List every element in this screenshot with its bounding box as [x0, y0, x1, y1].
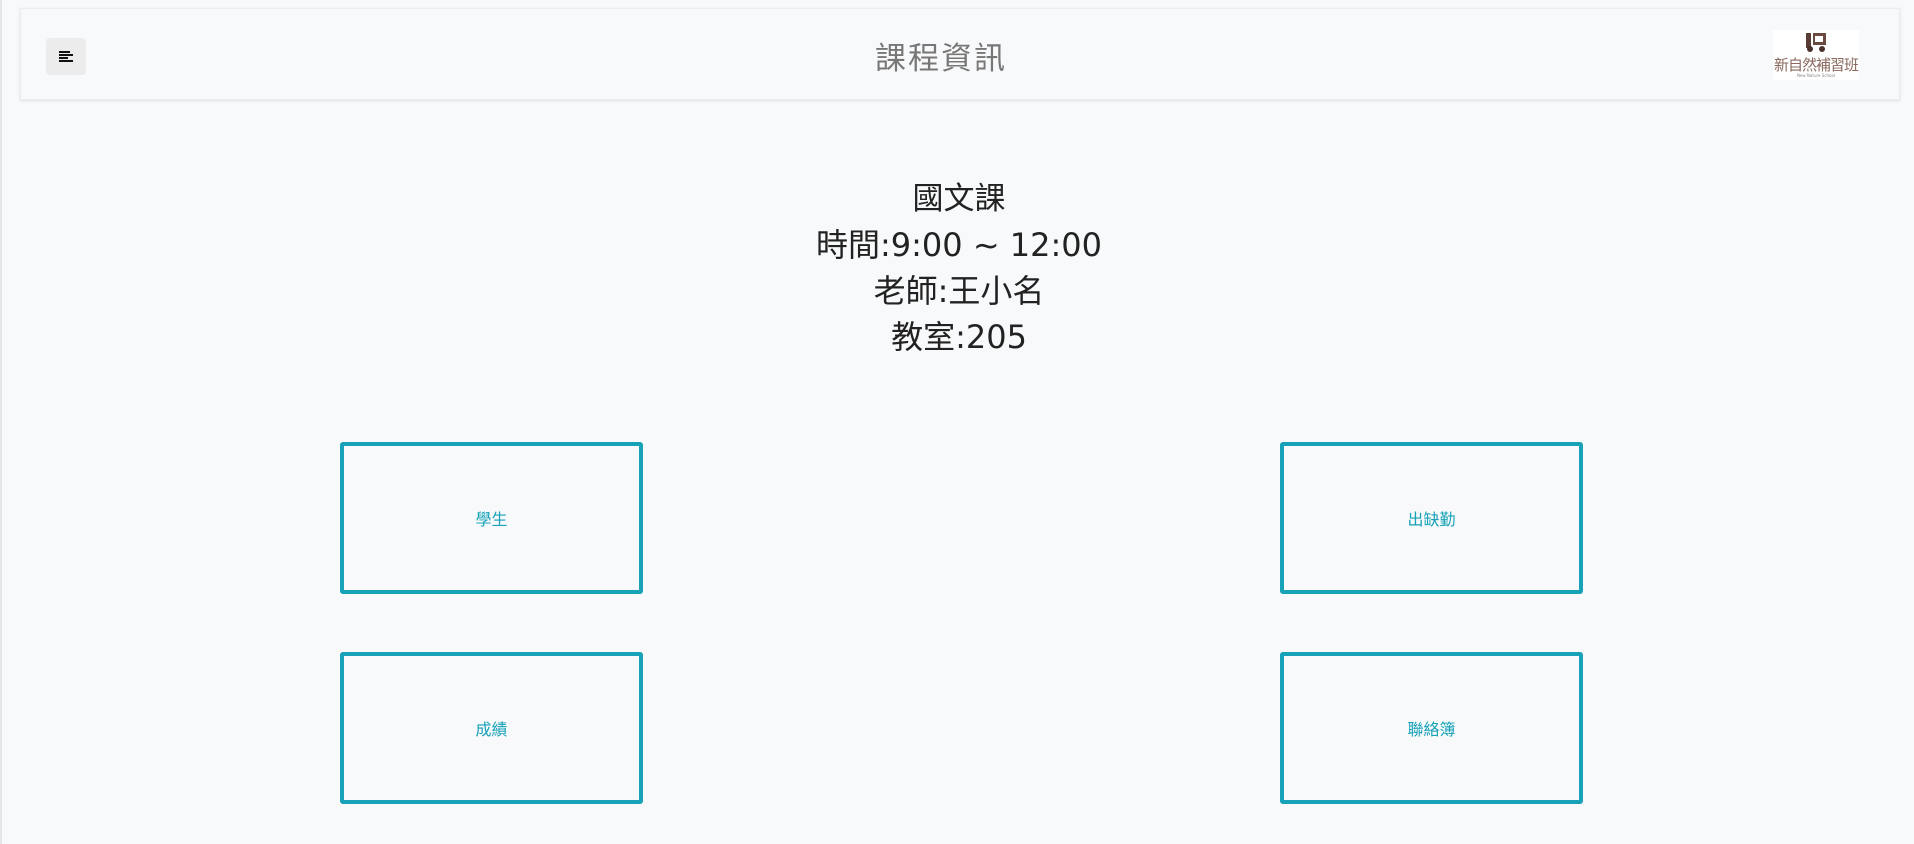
course-info: 國文課 時間:9:00 ~ 12:00 老師:王小名 教室:205: [2, 176, 1914, 360]
course-time-value: 9:00 ~ 12:00: [890, 226, 1103, 264]
course-classroom-value: 205: [965, 318, 1027, 356]
attendance-button[interactable]: 出缺勤: [1280, 442, 1583, 594]
grades-button[interactable]: 成績: [340, 652, 643, 804]
course-classroom-label: 教室:: [891, 318, 966, 356]
contact-book-button[interactable]: 聯絡簿: [1280, 652, 1583, 804]
logo-text: 新自然補習班: [1773, 56, 1859, 74]
course-subject: 國文課: [912, 181, 1006, 217]
course-teacher-label: 老師:: [873, 272, 949, 310]
grades-button-label: 成績: [475, 720, 508, 739]
course-time-label: 時間:: [815, 226, 891, 264]
contact-book-button-label: 聯絡簿: [1407, 720, 1456, 739]
navbar: 課程資訊 新自然補習班 New Nature School: [20, 8, 1900, 100]
course-classroom: 教室:205: [2, 314, 1914, 360]
logo[interactable]: 新自然補習班 New Nature School: [1773, 30, 1859, 80]
attendance-button-label: 出缺勤: [1407, 510, 1456, 529]
course-time: 時間:9:00 ~ 12:00: [2, 222, 1914, 268]
course-teacher: 老師:王小名: [2, 268, 1914, 314]
course-teacher-value: 王小名: [948, 272, 1045, 310]
students-button-label: 學生: [475, 510, 508, 529]
page-title: 課程資訊: [875, 41, 1007, 77]
students-button[interactable]: 學生: [340, 442, 643, 594]
logo-mark-icon: [1806, 33, 1826, 52]
page: 課程資訊 新自然補習班 New Nature School 國文課 時間:9:0…: [0, 0, 1914, 844]
